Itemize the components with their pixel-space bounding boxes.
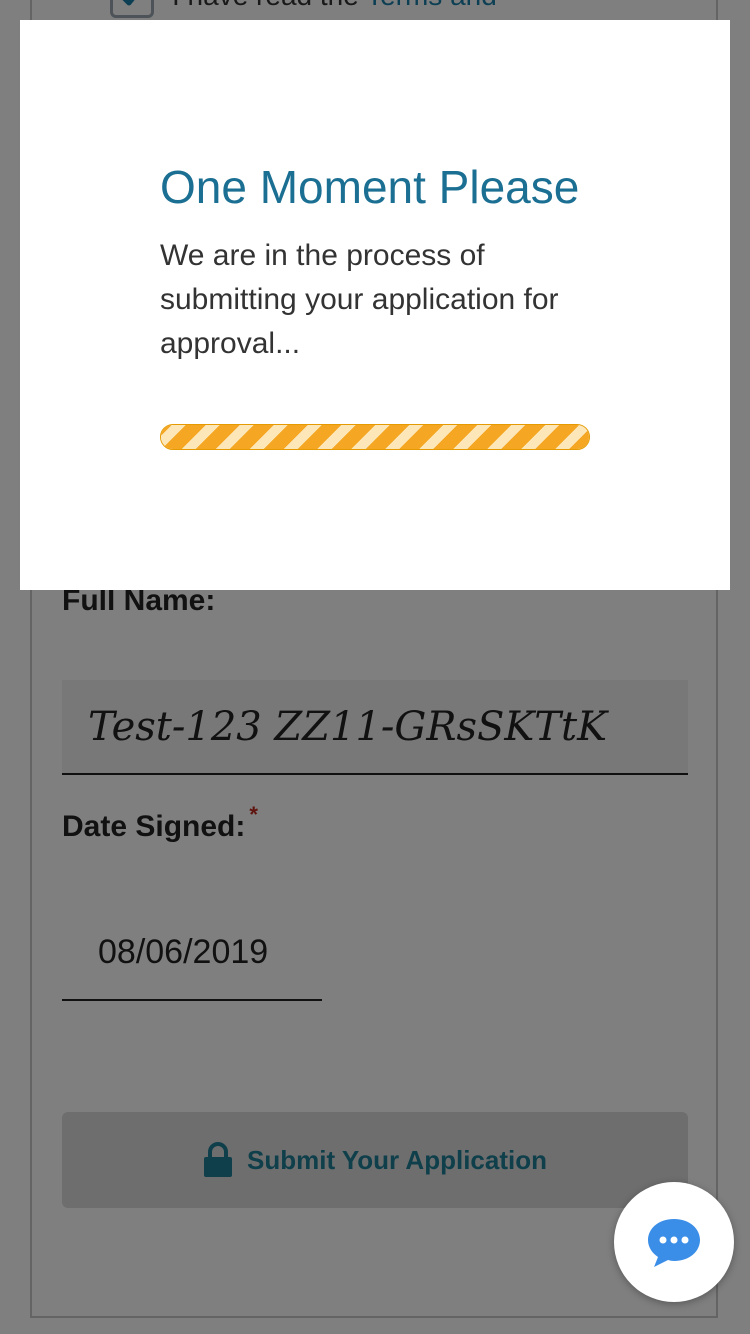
- modal-title: One Moment Please: [160, 161, 580, 213]
- progress-bar-fill: [161, 425, 589, 449]
- processing-modal: One Moment Please We are in the process …: [20, 20, 730, 590]
- progress-bar: [160, 424, 590, 450]
- modal-message: We are in the process of submitting your…: [160, 239, 559, 360]
- chat-bubble-icon: [648, 1219, 700, 1267]
- chat-button[interactable]: [614, 1182, 734, 1302]
